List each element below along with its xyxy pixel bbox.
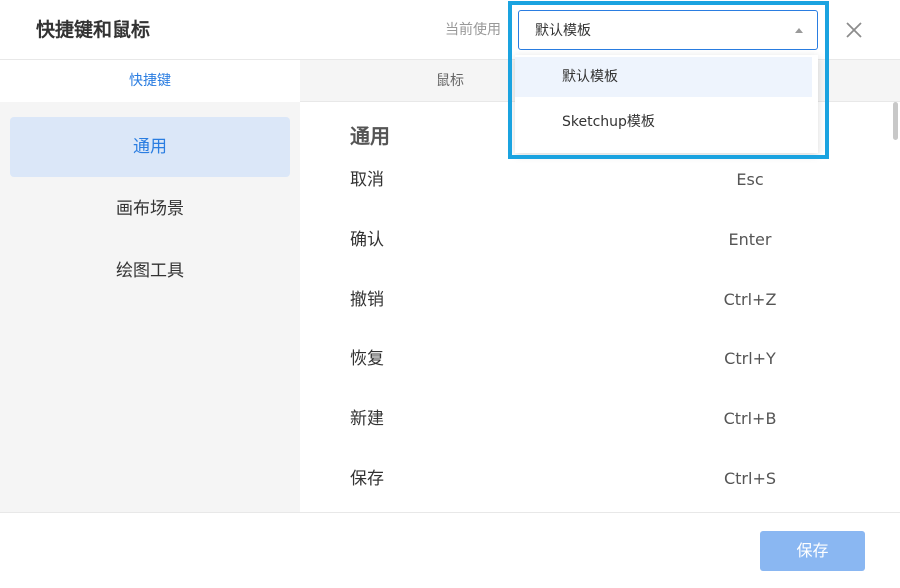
shortcut-key[interactable]: Ctrl+Y [680,344,820,374]
tab-shortcuts[interactable]: 快捷键 [0,60,300,102]
dropdown-option-sketchup-template[interactable]: Sketchup模板 [515,102,812,142]
shortcut-row: 取消 Esc [300,165,890,205]
shortcut-key[interactable]: Ctrl+Z [680,285,820,315]
shortcut-name: 恢复 [350,349,384,369]
shortcut-row: 保存 Ctrl+S [300,464,890,504]
shortcut-name: 取消 [350,170,384,190]
dialog-title: 快捷键和鼠标 [36,19,151,41]
save-button[interactable]: 保存 [760,531,865,571]
shortcut-settings-dialog: 快捷键和鼠标 当前使用 默认模板 快捷键 鼠标 通用 画布场景 绘图工具 通用 … [0,0,900,588]
sidebar-item-general[interactable]: 通用 [10,117,290,177]
dialog-footer: 保存 [0,512,900,588]
shortcut-name: 撤销 [350,290,384,310]
shortcut-name: 确认 [350,230,384,250]
shortcut-key[interactable]: Ctrl+S [680,464,820,494]
shortcut-row: 新建 Ctrl+B [300,404,890,444]
sidebar-item-drawing-tools[interactable]: 绘图工具 [10,241,290,301]
scrollbar-thumb[interactable] [893,102,898,140]
shortcut-key[interactable]: Esc [680,165,820,195]
shortcut-content: 通用 取消 Esc 确认 Enter 撤销 Ctrl+Z 恢复 Ctrl+Y 新… [300,102,900,512]
current-template-label: 当前使用 [445,22,501,38]
shortcut-name: 新建 [350,409,384,429]
caret-up-icon [795,28,803,33]
section-title: 通用 [350,124,390,148]
shortcut-key[interactable]: Enter [680,225,820,255]
template-dropdown-menu: 默认模板 Sketchup模板 [515,55,818,153]
close-icon-graphic [846,22,862,38]
sidebar-item-canvas-scene[interactable]: 画布场景 [10,179,290,239]
template-select-value: 默认模板 [535,23,591,39]
shortcut-row: 确认 Enter [300,225,890,265]
shortcut-key[interactable]: Ctrl+B [680,404,820,434]
shortcut-name: 保存 [350,469,384,489]
content-scrollbar[interactable] [892,102,900,512]
shortcut-row: 撤销 Ctrl+Z [300,285,890,325]
close-icon[interactable] [842,18,866,42]
dialog-header: 快捷键和鼠标 当前使用 默认模板 [0,0,900,60]
dropdown-option-default-template[interactable]: 默认模板 [515,57,812,97]
category-sidebar: 通用 画布场景 绘图工具 [0,102,300,512]
template-select[interactable]: 默认模板 [518,10,818,50]
shortcut-row: 恢复 Ctrl+Y [300,344,890,384]
